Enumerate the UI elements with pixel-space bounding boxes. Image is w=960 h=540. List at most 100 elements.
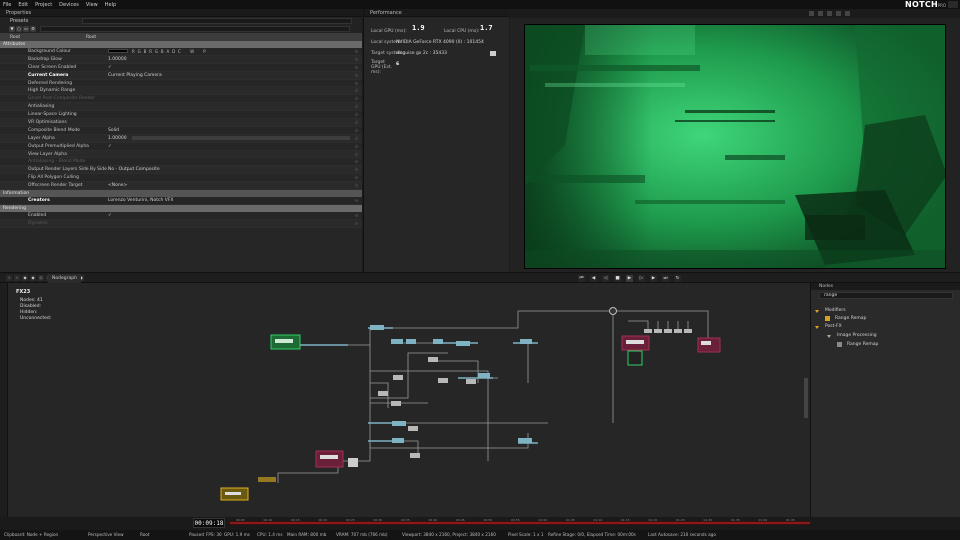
transport-end-icon[interactable]: ⏭ [662,275,669,282]
transport-play-icon[interactable]: ▶ [626,275,633,282]
target-system-button[interactable] [490,51,496,56]
property-row[interactable]: Composite Blend Mode Solid [0,127,362,135]
property-value[interactable]: ✓ [108,144,112,149]
menu-project[interactable]: Project [35,2,52,8]
undo-icon[interactable]: ‹ [6,275,12,281]
colour-picker-modes[interactable]: C W P [178,49,210,54]
keyframe-icon[interactable] [354,213,359,218]
property-row[interactable]: Antialiasing [0,103,362,112]
nodes-tab[interactable]: Nodes [811,283,960,290]
value-slider[interactable] [132,136,350,141]
viewport-tool-icon[interactable] [845,11,850,16]
menu-edit[interactable]: Edit [18,2,28,8]
section-rendering[interactable]: Rendering [0,204,362,212]
property-value[interactable]: No - Output Composite [108,167,160,172]
property-row[interactable]: View Layer Alpha [0,150,362,159]
property-row[interactable]: Enabled ✓ [0,212,362,220]
keyframe-icon[interactable] [354,144,359,149]
expand-arrow-icon[interactable] [815,310,819,313]
keyframe-icon[interactable] [354,159,359,165]
property-row[interactable]: Offscreen Render Target <None> [0,182,362,191]
keyframe-icon[interactable] [354,120,359,125]
property-value[interactable]: 1.00000 [108,136,127,141]
colour-channels[interactable]: R G B R G B A D [132,49,176,54]
expand-arrow-icon[interactable] [827,335,831,338]
presets-dropdown[interactable] [82,18,352,24]
transport-forward-icon[interactable]: ▶ [650,275,657,282]
transport-start-icon[interactable]: ⏮ [578,275,585,282]
property-value[interactable]: Current Playing Camera [108,73,162,78]
properties-tab[interactable]: Properties [0,9,362,17]
property-row[interactable]: Linear-Space Lighting [0,111,362,120]
transport-prev-icon[interactable]: ◀ [590,275,597,282]
keyframe-icon[interactable] [354,49,359,54]
keyframe-icon[interactable] [354,183,359,188]
keyframe-icon[interactable] [354,175,359,180]
menu-help[interactable]: Help [105,2,116,8]
property-value[interactable]: ✓ [108,213,112,218]
property-row[interactable]: High Dynamic Range [0,87,362,96]
menu-view[interactable]: View [86,2,98,8]
keyframe-icon[interactable] [354,96,359,101]
node-tool-icon[interactable]: ◆ [22,275,28,281]
viewport-tool-icon[interactable] [818,11,823,16]
keyframe-icon[interactable] [354,136,359,141]
search-icon[interactable]: ○ [16,26,22,32]
property-row[interactable]: Flip All Polygon Culling [0,174,362,183]
section-information[interactable]: Information [0,190,362,198]
nodegraph-canvas[interactable]: FX23 Nodes: 41 Disabled: Hidden: Unconne… [8,283,810,517]
settings-icon[interactable]: ⚙ [30,26,36,32]
menu-devices[interactable]: Devices [59,2,79,8]
property-value[interactable]: <None> [108,183,127,188]
viewport-tool-icon[interactable] [827,11,832,16]
transport-back-icon[interactable]: ◁ [602,275,609,282]
keyframe-icon[interactable] [354,104,359,109]
keyframe-icon[interactable] [354,65,359,70]
tree-modifiers[interactable]: Modifiers [825,308,846,313]
keyframe-icon[interactable] [354,221,359,226]
keyframe-icon[interactable] [354,128,359,133]
property-value[interactable]: Lorenzo Venturini, Notch VFX [108,198,174,203]
property-row[interactable]: Creators Lorenzo Venturini, Notch VFX [0,197,362,205]
performance-tab[interactable]: Performance [364,9,509,17]
viewport-tool-icon[interactable] [836,11,841,16]
property-value[interactable]: ✓ [108,65,112,70]
property-row[interactable]: Backdrop Glow 1.00000 [0,55,362,64]
section-attributes[interactable]: Attributes [0,41,362,48]
property-row[interactable]: Output Render Layers Side By Side No - Ou… [0,166,362,175]
properties-search-input[interactable] [40,26,350,32]
transport-loop-icon[interactable]: ↻ [674,275,681,282]
transport-next-icon[interactable]: ▷ [638,275,645,282]
node-tool-icon[interactable]: ◆ [30,275,36,281]
keyframe-icon[interactable] [354,112,359,117]
expand-arrow-icon[interactable] [815,326,819,329]
keyframe-icon[interactable] [354,151,359,157]
keyframe-icon[interactable] [354,167,359,172]
keyframe-icon[interactable] [354,88,359,94]
keyframe-icon[interactable] [354,57,359,62]
property-row[interactable]: Dynamic [0,219,362,228]
tree-image-processing[interactable]: Image Processing [837,333,877,338]
property-row[interactable]: Layer Alpha 1.00000 [0,134,362,143]
nodegraph-side-tabs[interactable] [0,283,8,517]
property-row[interactable]: Output Premultiplied Alpha ✓ [0,143,362,151]
viewport-tool-icon[interactable] [809,11,814,16]
expand-icon[interactable]: ▭ [23,26,29,32]
nodes-search-input[interactable]: range [819,292,953,299]
property-row[interactable]: Clear Screen Enabled ✓ [0,64,362,72]
render-viewport[interactable] [524,24,946,269]
transport-stop-icon[interactable]: ■ [614,275,621,282]
property-row[interactable]: Ghost Post-Composite Render [0,95,362,104]
nodegraph-tab[interactable]: Nodegraph [48,274,81,283]
tree-range-remap-postfx[interactable]: Range Remap [847,342,878,347]
colour-swatch[interactable] [108,49,128,54]
property-row[interactable]: Background Colour R G B R G B A DC W P [0,48,362,56]
property-row[interactable]: Deferred Rendering [0,80,362,88]
redo-icon[interactable]: › [14,275,20,281]
tree-range-remap-modifier[interactable]: Range Remap [835,316,866,321]
property-value[interactable]: Solid [108,128,119,133]
current-time-display[interactable]: 00:09:18 [193,518,225,528]
window-controls[interactable] [948,1,958,8]
property-value[interactable]: 1.00000 [108,57,127,62]
property-row[interactable]: VR Optimisations [0,119,362,127]
